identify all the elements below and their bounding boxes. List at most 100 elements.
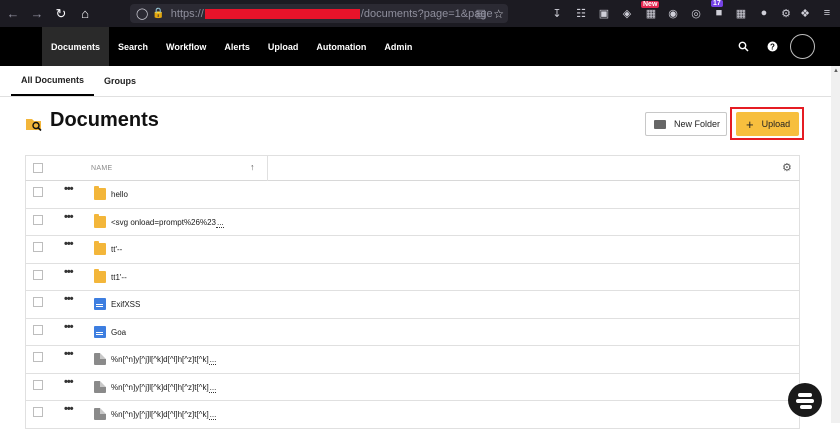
row-name[interactable]: <svg onload=prompt%26%23...	[111, 218, 224, 228]
back-icon[interactable]: ←	[2, 3, 24, 25]
star-icon[interactable]: ☆	[493, 7, 504, 21]
row-checkbox[interactable]	[33, 324, 43, 335]
document-icon	[94, 325, 106, 338]
puzzle-icon[interactable]: ❖	[797, 5, 813, 21]
new-badge: New	[641, 1, 660, 8]
shield-icon[interactable]: ◯	[136, 7, 148, 20]
more-options-icon[interactable]: •••	[64, 266, 74, 278]
extension-icon[interactable]: ■ 17	[711, 0, 727, 21]
extension-icon[interactable]: ◉	[665, 5, 681, 21]
row-checkbox[interactable]	[33, 269, 43, 280]
row-name[interactable]: hello	[111, 190, 128, 199]
gear-icon[interactable]: ⚙	[778, 5, 794, 21]
reload-icon[interactable]: ↻	[50, 3, 72, 25]
table-row[interactable]: ••• ExifXSS	[25, 291, 800, 319]
table-row[interactable]: ••• tt1'--	[25, 263, 800, 291]
forward-icon[interactable]: →	[26, 3, 48, 25]
document-icon	[94, 298, 106, 310]
row-name[interactable]: %n[^n]y[^j]l[^k]d[^l]h[^z]t[^k]...	[111, 383, 217, 393]
nav-tab-search[interactable]: Search	[109, 27, 157, 66]
table-row[interactable]: ••• Goa	[25, 318, 800, 346]
documents-table: NAME ↑ ⚙ ••• hello ••• <svg onload=promp…	[25, 155, 800, 429]
tab-divider	[0, 96, 831, 97]
upload-button[interactable]: + Upload	[736, 112, 799, 136]
table-row[interactable]: ••• tt'--	[25, 236, 800, 264]
lock-icon[interactable]: 🔒	[152, 8, 164, 19]
new-folder-button[interactable]: New Folder	[645, 112, 727, 136]
table-row[interactable]: ••• hello	[25, 181, 800, 209]
scrollbar[interactable]: ▲	[831, 66, 840, 423]
folder-icon	[654, 119, 666, 129]
row-name[interactable]: ExifXSS	[111, 300, 140, 309]
table-row[interactable]: ••• %n[^n]y[^j]l[^k]d[^l]h[^z]t[^k]...	[25, 373, 800, 401]
nav-tab-documents[interactable]: Documents	[42, 27, 110, 66]
url-bar[interactable]: ◯ 🔒 https:// /documents?page=1&pageSize …	[130, 4, 508, 23]
row-checkbox[interactable]	[33, 352, 43, 362]
avatar[interactable]	[790, 34, 815, 59]
url-redaction	[204, 8, 360, 19]
search-icon[interactable]	[736, 39, 750, 53]
tab-all-documents[interactable]: All Documents	[11, 66, 95, 96]
url-path: /documents?page=1&pageSize	[360, 7, 493, 20]
extension-icon[interactable]: ●	[756, 5, 772, 21]
news-extension-icon[interactable]: ▦ New	[641, 1, 660, 21]
column-divider[interactable]	[267, 156, 268, 181]
extension-icon[interactable]: ◈	[619, 5, 635, 21]
table-row[interactable]: ••• %n[^n]y[^j]l[^k]d[^l]h[^z]t[^k]...	[25, 346, 800, 374]
tab-groups[interactable]: Groups	[94, 66, 146, 96]
table-row[interactable]: ••• %n[^n]y[^j]l[^k]d[^l]h[^z]t[^k]...	[25, 401, 800, 429]
menu-icon[interactable]: ≡	[819, 5, 835, 21]
row-name[interactable]: Goa	[111, 328, 126, 337]
nav-tab-upload[interactable]: Upload	[259, 27, 308, 66]
select-all-checkbox[interactable]	[33, 163, 43, 173]
row-checkbox[interactable]	[33, 214, 43, 225]
chat-widget-icon[interactable]	[788, 383, 822, 417]
row-checkbox[interactable]	[33, 187, 43, 197]
more-options-icon[interactable]: •••	[64, 376, 74, 388]
row-name[interactable]: %n[^n]y[^j]l[^k]d[^l]h[^z]t[^k]...	[111, 355, 217, 365]
row-checkbox[interactable]	[33, 379, 43, 390]
folder-search-icon	[26, 117, 43, 132]
nav-tab-alerts[interactable]: Alerts	[215, 27, 259, 66]
upload-label: Upload	[761, 119, 791, 129]
sidebar-icon[interactable]: ▣	[596, 5, 612, 21]
more-options-icon[interactable]: •••	[64, 211, 74, 223]
browser-toolbar: ← → ↻ ⌂ ◯ 🔒 https:// /documents?page=1&p…	[0, 0, 840, 27]
more-options-icon[interactable]: •••	[64, 293, 74, 305]
row-name[interactable]: tt'--	[111, 245, 122, 254]
row-name[interactable]: tt1'--	[111, 273, 127, 282]
nav-tab-automation[interactable]: Automation	[307, 27, 375, 66]
more-options-icon[interactable]: •••	[64, 238, 74, 250]
row-checkbox[interactable]	[33, 297, 43, 307]
app-navbar: Documents Search Workflow Alerts Upload …	[0, 27, 840, 66]
row-checkbox[interactable]	[33, 242, 43, 252]
count-badge: 17	[711, 0, 723, 7]
more-options-icon[interactable]: •••	[64, 403, 74, 415]
more-options-icon[interactable]: •••	[64, 183, 74, 195]
extension-icon[interactable]: ▦	[733, 5, 749, 21]
library-icon[interactable]: ☷	[573, 5, 589, 21]
help-icon[interactable]: ?	[765, 39, 779, 53]
table-row[interactable]: ••• <svg onload=prompt%26%23...	[25, 208, 800, 236]
more-options-icon[interactable]: •••	[64, 348, 74, 360]
nav-tab-workflow[interactable]: Workflow	[157, 27, 215, 66]
gear-icon[interactable]: ⚙	[782, 161, 792, 174]
url-protocol: https://	[170, 7, 204, 20]
folder-icon	[94, 213, 106, 228]
nav-tab-admin[interactable]: Admin	[375, 27, 421, 66]
plus-icon: +	[746, 116, 754, 132]
file-icon	[94, 353, 106, 365]
name-column-header[interactable]: NAME	[91, 165, 112, 172]
new-folder-label: New Folder	[674, 119, 721, 129]
sub-tabs: All Documents Groups	[11, 66, 146, 96]
row-checkbox[interactable]	[33, 407, 43, 417]
scroll-up-icon[interactable]: ▲	[833, 68, 839, 74]
download-icon[interactable]: ↧	[549, 5, 565, 21]
extension-icon[interactable]: ◎	[688, 5, 704, 21]
reader-icon[interactable]: ▤	[476, 7, 486, 20]
sort-arrow-icon[interactable]: ↑	[250, 162, 255, 172]
home-icon[interactable]: ⌂	[74, 3, 96, 25]
row-name[interactable]: %n[^n]y[^j]l[^k]d[^l]h[^z]t[^k]...	[111, 410, 217, 420]
more-options-icon[interactable]: •••	[64, 321, 74, 333]
svg-text:?: ?	[770, 42, 775, 51]
